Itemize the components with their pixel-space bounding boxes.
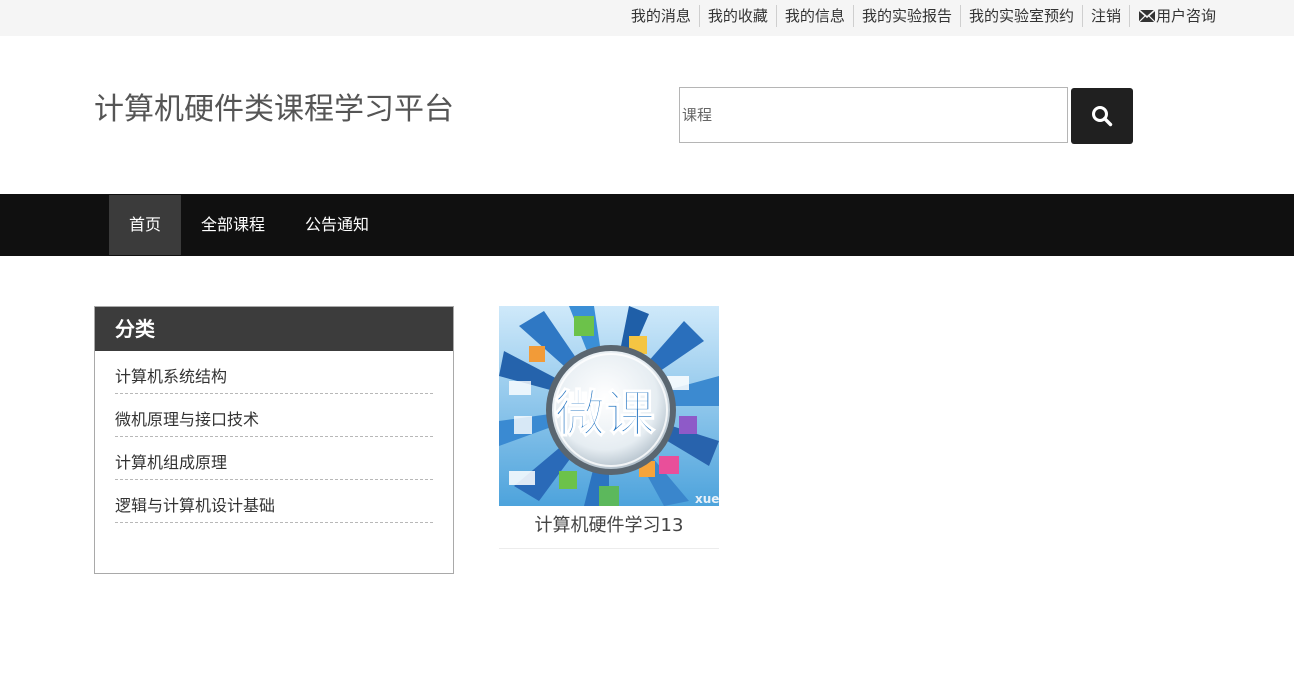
top-links: 我的消息 我的收藏 我的信息 我的实验报告 我的实验室预约 注销 用户咨询 — [623, 0, 1224, 32]
my-favorites-link[interactable]: 我的收藏 — [698, 5, 776, 27]
course-thumbnail: 微课 xue — [499, 306, 719, 506]
site-title: 计算机硬件类课程学习平台 — [94, 92, 454, 127]
category-item-computer-architecture[interactable]: 计算机系统结构 — [115, 351, 433, 394]
search-icon — [1092, 106, 1113, 127]
user-consult-link[interactable]: 用户咨询 — [1128, 5, 1224, 27]
category-panel: 分类 计算机系统结构 微机原理与接口技术 计算机组成原理 逻辑与计算机设计基础 — [94, 306, 454, 574]
course-title[interactable]: 计算机硬件学习13 — [499, 506, 719, 546]
my-lab-reports-link[interactable]: 我的实验报告 — [852, 5, 960, 27]
user-consult-label: 用户咨询 — [1155, 7, 1216, 25]
my-info-link[interactable]: 我的信息 — [775, 5, 853, 27]
mail-icon — [1138, 10, 1155, 22]
my-lab-reservations-link[interactable]: 我的实验室预约 — [959, 5, 1082, 27]
thumbnail-text: 微课 — [554, 385, 656, 443]
search-button[interactable] — [1071, 88, 1133, 144]
thumbnail-caption: xue — [695, 492, 719, 506]
search-input[interactable] — [679, 87, 1068, 143]
main-nav: 首页 全部课程 公告通知 — [0, 194, 1294, 256]
nav-item-announcements[interactable]: 公告通知 — [285, 195, 389, 255]
category-panel-title: 分类 — [95, 307, 453, 351]
category-item-microcomputer-interface[interactable]: 微机原理与接口技术 — [115, 394, 433, 437]
course-card[interactable]: 微课 xue 计算机硬件学习13 — [499, 306, 719, 549]
top-utility-bar: 我的消息 我的收藏 我的信息 我的实验报告 我的实验室预约 注销 用户咨询 — [0, 0, 1294, 36]
my-messages-link[interactable]: 我的消息 — [623, 5, 699, 27]
nav-item-all-courses[interactable]: 全部课程 — [181, 195, 285, 255]
category-item-logic-design[interactable]: 逻辑与计算机设计基础 — [115, 480, 433, 523]
nav-item-home[interactable]: 首页 — [109, 195, 181, 255]
category-list: 计算机系统结构 微机原理与接口技术 计算机组成原理 逻辑与计算机设计基础 — [95, 351, 453, 523]
category-item-computer-organization[interactable]: 计算机组成原理 — [115, 437, 433, 480]
logout-link[interactable]: 注销 — [1081, 5, 1129, 27]
